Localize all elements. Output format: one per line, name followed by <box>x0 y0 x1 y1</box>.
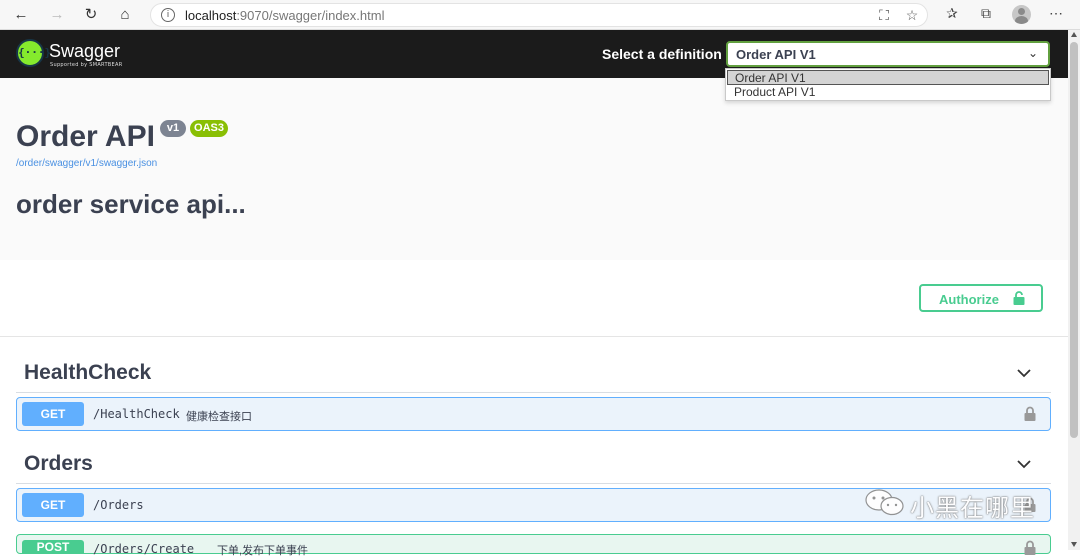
url-text[interactable]: localhost:9070/swagger/index.html <box>185 8 384 23</box>
operation-get-healthcheck[interactable]: GET /HealthCheck 健康检查接口 <box>16 397 1051 431</box>
authorize-button[interactable]: Authorize <box>919 284 1043 312</box>
definition-dropdown: Order API V1 Product API V1 <box>725 68 1051 101</box>
definition-label: Select a definition <box>602 46 722 62</box>
profile-icon[interactable] <box>1012 5 1031 24</box>
oas-badge: OAS3 <box>190 120 228 137</box>
more-icon[interactable]: ⋯ <box>1046 5 1066 22</box>
back-icon[interactable]: ← <box>10 4 32 26</box>
logo-text[interactable]: Swagger <box>49 41 120 62</box>
scroll-down-arrow-icon[interactable] <box>1071 542 1077 547</box>
url-host: localhost <box>185 8 237 23</box>
operation-path: /Orders/Create <box>93 542 195 556</box>
translate-icon[interactable]: ⛶ <box>875 7 893 24</box>
spec-link[interactable]: /order/swagger/v1/swagger.json <box>16 158 157 169</box>
operation-post-orders-create[interactable]: POST /Orders/Create 下单,发布下单事件 <box>16 534 1051 557</box>
version-badge: v1 <box>160 120 186 137</box>
browser-toolbar: ← → ↻ ⌂ i localhost:9070/swagger/index.h… <box>0 0 1080 30</box>
chevron-down-icon[interactable] <box>1017 366 1031 380</box>
address-bar[interactable]: i localhost:9070/swagger/index.html ⛶ ☆ <box>150 3 928 27</box>
unlocked-icon <box>1013 291 1025 305</box>
tag-name: HealthCheck <box>24 361 152 384</box>
authorize-label: Authorize <box>939 292 999 307</box>
refresh-icon[interactable]: ↻ <box>80 4 102 26</box>
scheme-container <box>0 260 1068 337</box>
lock-icon[interactable] <box>1024 540 1036 555</box>
info-icon[interactable]: i <box>161 8 175 22</box>
api-description: order service api... <box>16 189 246 219</box>
star-icon[interactable]: ☆ <box>903 7 921 24</box>
scroll-up-arrow-icon[interactable] <box>1071 32 1077 37</box>
operation-path: /HealthCheck <box>93 407 180 421</box>
tag-name: Orders <box>24 452 93 475</box>
favorites-icon[interactable]: ✰ <box>942 5 962 22</box>
api-title: Order API <box>16 120 155 153</box>
definition-option[interactable]: Product API V1 <box>727 85 1049 100</box>
collections-icon[interactable]: ⧉ <box>976 5 996 22</box>
home-icon[interactable]: ⌂ <box>114 4 136 26</box>
info-section <box>0 78 1068 260</box>
url-path: :9070/swagger/index.html <box>236 8 385 23</box>
forward-icon[interactable]: → <box>46 4 68 26</box>
tag-healthcheck[interactable]: HealthCheck <box>16 353 1051 393</box>
definition-selected-value: Order API V1 <box>736 47 816 62</box>
watermark: 小黑在哪里 <box>860 485 1060 522</box>
tag-orders[interactable]: Orders <box>16 444 1051 484</box>
chevron-down-icon[interactable] <box>1017 457 1031 471</box>
method-badge: GET <box>22 493 84 517</box>
definition-option[interactable]: Order API V1 <box>727 70 1049 85</box>
chevron-down-icon: ⌄ <box>1027 46 1038 60</box>
operation-summary: 健康检查接口 <box>186 411 252 423</box>
method-badge: GET <box>22 402 84 426</box>
logo-glyph: {···} <box>18 46 52 59</box>
watermark-text: 小黑在哪里 <box>910 494 1035 522</box>
page-scrollbar[interactable] <box>1068 30 1080 550</box>
logo-subtext: Supported by SMARTBEAR <box>50 62 123 68</box>
lock-icon[interactable] <box>1024 406 1036 421</box>
scroll-thumb[interactable] <box>1070 42 1078 438</box>
operation-path: /Orders <box>93 498 144 512</box>
operation-summary: 下单,发布下单事件 <box>217 545 309 557</box>
wechat-icon <box>865 489 904 516</box>
swagger-logo-icon[interactable]: {···} <box>16 39 52 67</box>
definition-select[interactable]: Order API V1 ⌄ <box>726 41 1050 67</box>
method-badge: POST <box>22 540 84 554</box>
